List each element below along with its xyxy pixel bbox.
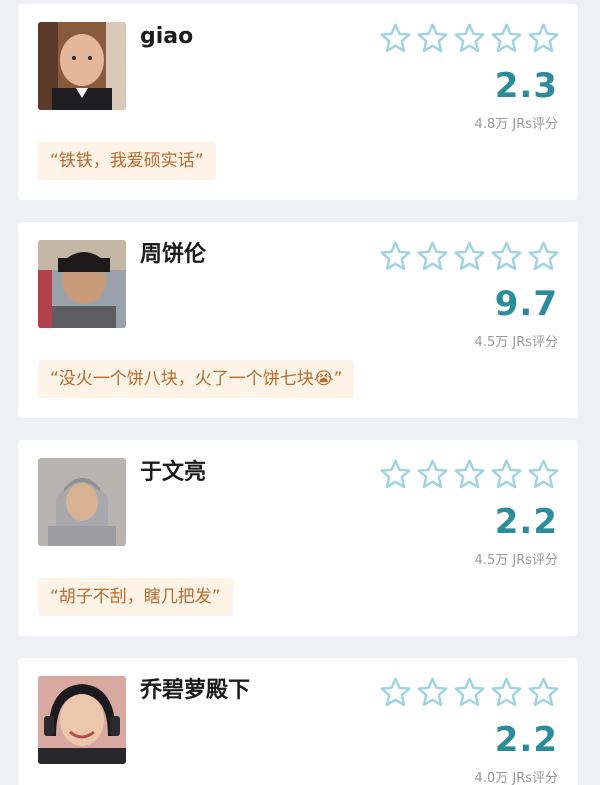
star-rating[interactable] <box>379 458 560 491</box>
avatar <box>38 22 126 110</box>
star-rating[interactable] <box>379 240 560 273</box>
star-rating[interactable] <box>379 676 560 709</box>
avatar <box>38 458 126 546</box>
star-outline-icon[interactable] <box>490 240 523 273</box>
rating-score: 2.2 <box>494 502 558 542</box>
rating-count: 4.5万 JRs评分 <box>474 335 558 350</box>
person-name: 于文亮 <box>140 460 207 485</box>
star-outline-icon[interactable] <box>490 676 523 709</box>
avatar <box>38 240 126 328</box>
featured-comment[interactable]: “没火一个饼八块，火了一个饼七块😭” <box>38 360 355 398</box>
rating-score: 9.7 <box>494 284 558 324</box>
star-outline-icon[interactable] <box>453 22 486 55</box>
star-outline-icon[interactable] <box>527 240 560 273</box>
star-outline-icon[interactable] <box>379 240 412 273</box>
star-outline-icon[interactable] <box>490 458 523 491</box>
rating-count: 4.0万 JRs评分 <box>474 771 558 785</box>
featured-comment[interactable]: “铁铁，我爱硕实话” <box>38 142 216 180</box>
rating-score: 2.2 <box>494 720 558 760</box>
star-outline-icon[interactable] <box>379 458 412 491</box>
featured-comment[interactable]: “胡子不刮，瞎几把发” <box>38 578 233 616</box>
rating-count: 4.8万 JRs评分 <box>474 117 558 132</box>
star-outline-icon[interactable] <box>416 676 449 709</box>
person-name: giao <box>140 24 194 49</box>
rating-card[interactable]: 周饼伦 9.7 4.5万 JRs评分 “没火一个饼八块，火了一个饼七块😭” <box>18 222 578 418</box>
star-outline-icon[interactable] <box>416 458 449 491</box>
rating-card[interactable]: 于文亮 2.2 4.5万 JRs评分 “胡子不刮，瞎几把发” <box>18 440 578 636</box>
person-name: 乔碧萝殿下 <box>140 678 251 703</box>
star-outline-icon[interactable] <box>453 458 486 491</box>
rating-card[interactable]: giao 2.3 4.8万 JRs评分 “铁铁，我爱硕实话” <box>18 4 578 200</box>
star-outline-icon[interactable] <box>527 22 560 55</box>
star-outline-icon[interactable] <box>527 676 560 709</box>
star-outline-icon[interactable] <box>379 22 412 55</box>
rating-card[interactable]: 乔碧萝殿下 2.2 4.0万 JRs评分 <box>18 658 578 785</box>
rating-score: 2.3 <box>494 66 558 106</box>
star-outline-icon[interactable] <box>416 240 449 273</box>
star-rating[interactable] <box>379 22 560 55</box>
avatar <box>38 676 126 764</box>
star-outline-icon[interactable] <box>416 22 449 55</box>
star-outline-icon[interactable] <box>453 676 486 709</box>
star-outline-icon[interactable] <box>490 22 523 55</box>
person-name: 周饼伦 <box>140 242 207 267</box>
star-outline-icon[interactable] <box>453 240 486 273</box>
star-outline-icon[interactable] <box>379 676 412 709</box>
star-outline-icon[interactable] <box>527 458 560 491</box>
rating-count: 4.5万 JRs评分 <box>474 553 558 568</box>
